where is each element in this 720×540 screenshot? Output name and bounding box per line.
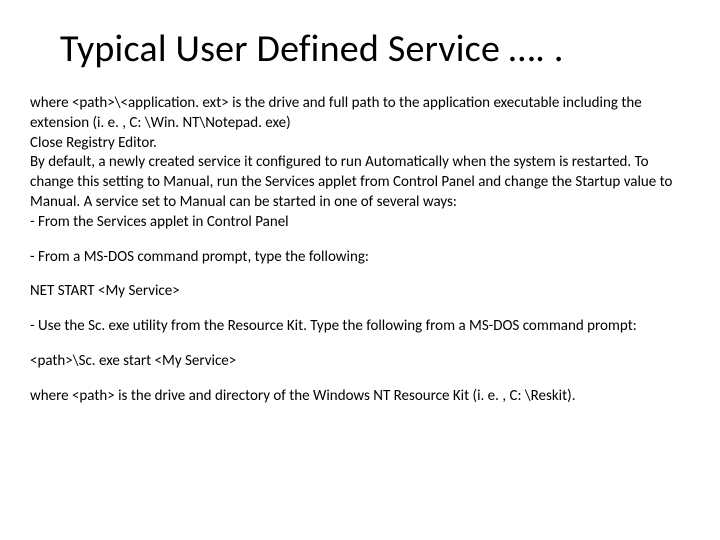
slide-body: where <path>\<application. ext> is the d… (30, 94, 690, 407)
body-line: NET START <My Service> (30, 282, 690, 302)
body-line: - From a MS-DOS command prompt, type the… (30, 248, 690, 268)
body-line: <path>\Sc. exe start <My Service> (30, 352, 690, 372)
body-line: By default, a newly created service it c… (30, 153, 690, 212)
body-line: - From the Services applet in Control Pa… (30, 213, 690, 233)
slide-title: Typical User Defined Service …. . (60, 26, 690, 72)
body-line: where <path>\<application. ext> is the d… (30, 94, 690, 134)
body-line: Close Registry Editor. (30, 134, 690, 154)
body-line: where <path> is the drive and directory … (30, 387, 690, 407)
slide: Typical User Defined Service …. . where … (0, 0, 720, 540)
body-line: - Use the Sc. exe utility from the Resou… (30, 317, 690, 337)
